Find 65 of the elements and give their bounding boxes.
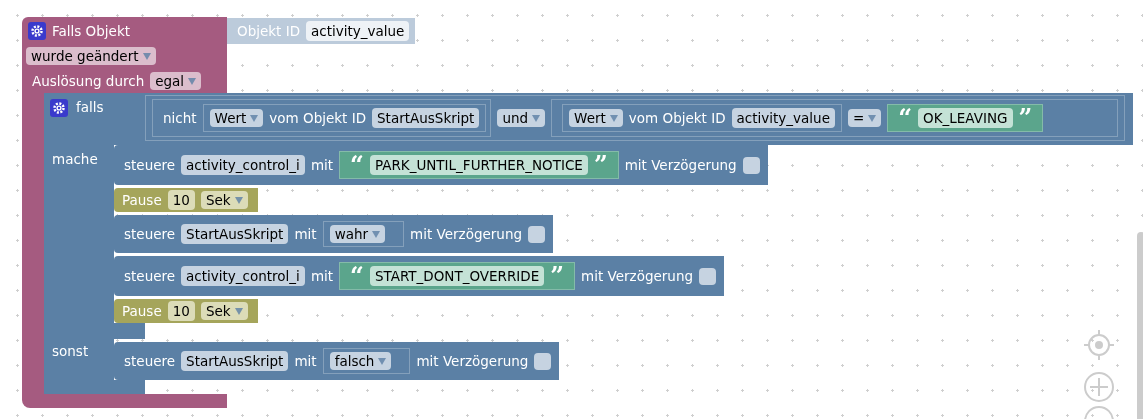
text-field[interactable]: START_DONT_OVERRIDE — [369, 266, 545, 286]
caret-icon — [532, 114, 541, 122]
zoom-in-icon[interactable] — [1083, 371, 1115, 403]
caret-icon — [188, 77, 197, 85]
block-label: mit Verzögerung — [581, 268, 694, 284]
block-label: Pause — [122, 303, 162, 319]
block-label: Objekt ID — [237, 23, 301, 39]
block-label: mit — [310, 268, 334, 284]
scrollbar[interactable] — [1137, 232, 1143, 419]
object-id-field[interactable]: activity_control_i — [181, 266, 305, 286]
caret-icon — [372, 230, 381, 238]
number-field[interactable]: 10 — [167, 190, 195, 210]
block-label: vom Objekt ID — [269, 110, 367, 126]
dropdown[interactable]: falsch — [329, 352, 392, 370]
dropdown[interactable]: wurde geändert — [26, 47, 156, 65]
settings-icon[interactable] — [28, 22, 46, 40]
number-field[interactable]: 10 — [167, 301, 195, 321]
caret-icon — [250, 114, 259, 122]
dropdown[interactable]: egal — [150, 72, 202, 90]
zoom-out-icon[interactable] — [1083, 405, 1115, 419]
block-label: mit Verzögerung — [624, 157, 737, 173]
text-field[interactable]: PARK_UNTIL_FURTHER_NOTICE — [369, 155, 588, 175]
object-id-field[interactable]: activity_control_i — [181, 155, 305, 175]
caret-icon — [378, 357, 387, 365]
block-label: sonst — [52, 343, 89, 359]
caret-icon — [609, 114, 618, 122]
dropdown[interactable]: Wert — [209, 109, 264, 127]
caret-icon — [868, 114, 877, 122]
block-label: Auslösung durch — [32, 73, 145, 89]
block-label: mit Verzögerung — [416, 353, 529, 369]
block-label: steuere — [124, 226, 176, 242]
block-label: mit Verzögerung — [410, 226, 523, 242]
block-label: nicht — [163, 110, 197, 126]
dropdown[interactable]: = — [847, 109, 882, 127]
block-label: steuere — [124, 157, 176, 173]
dropdown[interactable]: wahr — [329, 225, 386, 243]
caret-icon — [234, 196, 243, 204]
block-label: mache — [52, 151, 98, 167]
checkbox[interactable] — [534, 352, 552, 370]
dropdown[interactable]: Sek — [200, 191, 248, 209]
settings-icon[interactable] — [50, 99, 68, 117]
recenter-icon[interactable] — [1083, 329, 1115, 361]
checkbox[interactable] — [528, 225, 546, 243]
block-label: mit — [294, 226, 317, 242]
checkbox[interactable] — [699, 267, 717, 285]
block-label: vom Objekt ID — [628, 110, 726, 126]
object-id-field[interactable]: StartAusSkript — [181, 224, 289, 244]
block-label: mit — [310, 157, 334, 173]
checkbox[interactable] — [742, 156, 760, 174]
object-id-field[interactable]: activity_value — [731, 108, 835, 128]
dropdown[interactable]: Sek — [200, 302, 248, 320]
text-field[interactable]: OK_LEAVING — [918, 108, 1013, 128]
block-label: steuere — [124, 353, 176, 369]
block-title: falls — [76, 99, 104, 115]
caret-icon — [234, 307, 243, 315]
dropdown[interactable]: Wert — [569, 109, 623, 127]
caret-icon — [142, 52, 151, 60]
dropdown[interactable]: und — [497, 109, 546, 127]
object-id-field[interactable]: StartAusSkript — [372, 108, 480, 128]
object-id-field[interactable]: activity_value — [306, 21, 410, 41]
block-label: steuere — [124, 268, 176, 284]
block-label: mit — [294, 353, 317, 369]
object-id-field[interactable]: StartAusSkript — [181, 351, 289, 371]
block-label: Pause — [122, 192, 162, 208]
block-title: Falls Objekt — [52, 23, 130, 39]
